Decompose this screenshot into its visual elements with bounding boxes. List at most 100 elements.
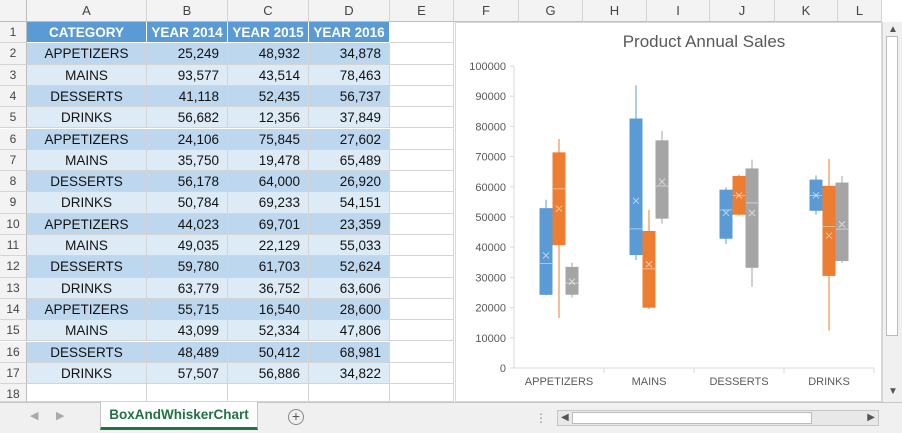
empty-cell[interactable]: [390, 85, 454, 108]
empty-cell[interactable]: [390, 235, 454, 257]
empty-cell[interactable]: [390, 384, 454, 402]
box-whisker-chart[interactable]: Product Annual Sales 0 10000 20000 30000 4000…: [455, 22, 882, 402]
row-header-10[interactable]: 10: [0, 213, 27, 235]
category-cell[interactable]: DESSERTS: [27, 85, 147, 108]
value-cell[interactable]: 35,750: [147, 149, 228, 172]
scroll-left-arrow-icon[interactable]: ◀: [561, 412, 569, 423]
row-header-12[interactable]: 12: [0, 256, 27, 278]
value-cell[interactable]: 56,886: [228, 362, 309, 385]
row-header-5[interactable]: 5: [0, 107, 27, 129]
value-cell[interactable]: 65,489: [309, 149, 390, 172]
value-cell[interactable]: 93,577: [147, 64, 228, 86]
prev-sheet-icon[interactable]: ◀: [30, 409, 38, 422]
empty-cell[interactable]: [390, 362, 454, 385]
column-header-k[interactable]: K: [775, 0, 838, 22]
value-cell[interactable]: 48,932: [228, 43, 309, 65]
category-cell[interactable]: APPETIZERS: [27, 128, 147, 150]
value-cell[interactable]: 57,507: [147, 362, 228, 385]
value-cell[interactable]: 36,752: [228, 277, 309, 299]
row-header-18[interactable]: 18: [0, 384, 27, 402]
sheet-tab-boxandwhiskerchart[interactable]: BoxAndWhiskerChart: [100, 402, 258, 430]
value-cell[interactable]: 61,703: [228, 256, 309, 278]
empty-cell[interactable]: [309, 384, 390, 402]
category-cell[interactable]: APPETIZERS: [27, 43, 147, 65]
value-cell[interactable]: 48,489: [147, 341, 228, 363]
category-cell[interactable]: MAINS: [27, 320, 147, 342]
value-cell[interactable]: 63,606: [309, 277, 390, 299]
value-cell[interactable]: 43,514: [228, 64, 309, 86]
empty-cell[interactable]: [390, 43, 454, 65]
empty-cell[interactable]: [390, 64, 454, 86]
empty-cell[interactable]: [228, 384, 309, 402]
value-cell[interactable]: 56,682: [147, 107, 228, 129]
empty-cell[interactable]: [390, 128, 454, 150]
empty-cell[interactable]: [390, 298, 454, 321]
column-header-b[interactable]: B: [147, 0, 228, 22]
empty-cell[interactable]: [390, 213, 454, 235]
column-header-d[interactable]: D: [309, 0, 390, 22]
row-header-11[interactable]: 11: [0, 235, 27, 257]
value-cell[interactable]: 59,780: [147, 256, 228, 278]
column-header-a[interactable]: A: [27, 0, 147, 22]
row-header-6[interactable]: 6: [0, 128, 27, 150]
empty-cell[interactable]: [27, 384, 147, 402]
empty-cell[interactable]: [390, 149, 454, 172]
value-cell[interactable]: 27,602: [309, 128, 390, 150]
empty-cell[interactable]: [390, 320, 454, 342]
column-header-h[interactable]: H: [583, 0, 647, 22]
category-cell[interactable]: DRINKS: [27, 192, 147, 214]
column-header-f[interactable]: F: [454, 0, 519, 22]
scroll-right-arrow-icon[interactable]: ▶: [867, 412, 875, 423]
value-cell[interactable]: 37,849: [309, 107, 390, 129]
value-cell[interactable]: 64,000: [228, 171, 309, 193]
table-header-cell[interactable]: YEAR 2016: [309, 22, 390, 44]
value-cell[interactable]: 34,878: [309, 43, 390, 65]
category-cell[interactable]: MAINS: [27, 64, 147, 86]
value-cell[interactable]: 69,233: [228, 192, 309, 214]
value-cell[interactable]: 55,715: [147, 298, 228, 321]
row-header-2[interactable]: 2: [0, 43, 27, 65]
value-cell[interactable]: 50,784: [147, 192, 228, 214]
value-cell[interactable]: 55,033: [309, 235, 390, 257]
category-cell[interactable]: DESSERTS: [27, 256, 147, 278]
table-header-cell[interactable]: CATEGORY: [27, 22, 147, 44]
row-header-13[interactable]: 13: [0, 277, 27, 299]
add-sheet-icon[interactable]: +: [288, 409, 304, 425]
value-cell[interactable]: 43,099: [147, 320, 228, 342]
scroll-up-arrow-icon[interactable]: ▲: [888, 24, 898, 35]
select-all-corner[interactable]: [0, 0, 27, 22]
column-header-i[interactable]: I: [647, 0, 710, 22]
row-header-8[interactable]: 8: [0, 171, 27, 193]
value-cell[interactable]: 22,129: [228, 235, 309, 257]
value-cell[interactable]: 52,334: [228, 320, 309, 342]
vertical-scroll-thumb[interactable]: [886, 36, 898, 336]
row-header-7[interactable]: 7: [0, 149, 27, 172]
row-header-15[interactable]: 15: [0, 320, 27, 342]
row-header-9[interactable]: 9: [0, 192, 27, 214]
value-cell[interactable]: 54,151: [309, 192, 390, 214]
value-cell[interactable]: 56,737: [309, 85, 390, 108]
column-header-e[interactable]: E: [390, 0, 454, 22]
scroll-down-arrow-icon[interactable]: ▼: [888, 386, 898, 397]
vertical-scrollbar[interactable]: ▲ ▼: [882, 22, 902, 402]
row-header-1[interactable]: 1: [0, 22, 27, 44]
horizontal-scrollbar[interactable]: ◀ ▶: [557, 410, 879, 426]
empty-cell[interactable]: [390, 192, 454, 214]
value-cell[interactable]: 44,023: [147, 213, 228, 235]
value-cell[interactable]: 12,356: [228, 107, 309, 129]
category-cell[interactable]: MAINS: [27, 235, 147, 257]
value-cell[interactable]: 68,981: [309, 341, 390, 363]
value-cell[interactable]: 34,822: [309, 362, 390, 385]
value-cell[interactable]: 78,463: [309, 64, 390, 86]
horizontal-scroll-thumb[interactable]: [572, 412, 812, 424]
value-cell[interactable]: 23,359: [309, 213, 390, 235]
column-header-c[interactable]: C: [228, 0, 309, 22]
column-header-j[interactable]: J: [710, 0, 775, 22]
category-cell[interactable]: DRINKS: [27, 107, 147, 129]
value-cell[interactable]: 25,249: [147, 43, 228, 65]
table-header-cell[interactable]: YEAR 2014: [147, 22, 228, 44]
category-cell[interactable]: MAINS: [27, 149, 147, 172]
column-header-g[interactable]: G: [519, 0, 583, 22]
row-header-3[interactable]: 3: [0, 64, 27, 86]
category-cell[interactable]: APPETIZERS: [27, 213, 147, 235]
